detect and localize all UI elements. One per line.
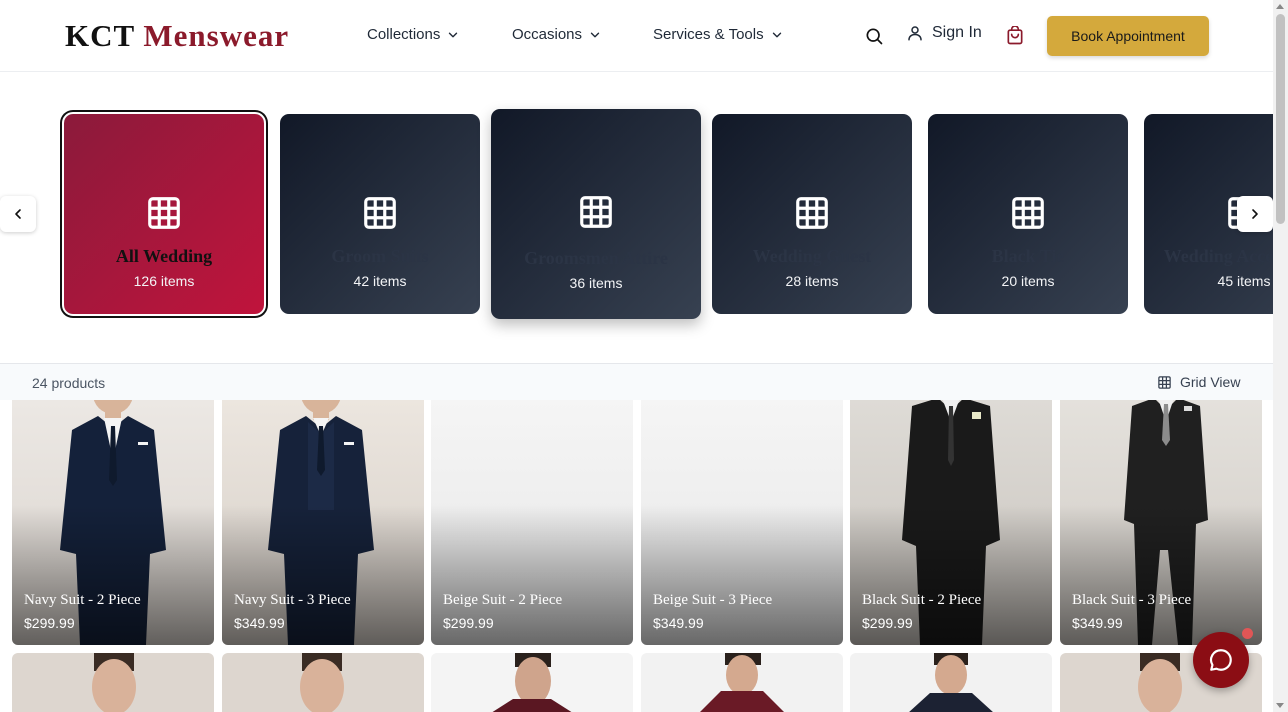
product-card-row2-5[interactable]: [850, 653, 1052, 712]
grid-view-icon: [1158, 375, 1171, 389]
grid-icon: [580, 196, 612, 228]
product-price: $299.99: [24, 615, 75, 631]
nav-collections[interactable]: Collections: [367, 26, 460, 43]
category-count: 126 items: [133, 273, 195, 289]
nav-collections-label: Collections: [367, 26, 441, 43]
product-card-row2-1[interactable]: [12, 653, 214, 712]
carousel-prev-button[interactable]: [0, 196, 36, 232]
category-title: Wedding Accessories: [1163, 246, 1273, 266]
product-name: Beige Suit - 3 Piece: [653, 592, 773, 608]
category-title: Wedding Guest: [752, 246, 872, 266]
category-title: All Wedding: [115, 246, 213, 266]
logo-main-text: KCT: [65, 18, 135, 53]
page: KCT Menswear Collections Occasions Servi…: [0, 0, 1288, 712]
grid-icon: [796, 197, 828, 229]
category-title: Groomsmen Attire: [524, 248, 668, 268]
shopping-bag-icon: [1007, 26, 1023, 45]
sign-in-label: Sign In: [932, 24, 982, 41]
grid-icon: [364, 197, 396, 229]
product-price: $299.99: [443, 615, 494, 631]
product-name: Navy Suit - 3 Piece: [234, 592, 351, 608]
cart-button[interactable]: [1004, 25, 1026, 47]
product-card-row2-2[interactable]: [222, 653, 424, 712]
scrollbar-thumb[interactable]: [1276, 14, 1285, 224]
grid-view-toggle[interactable]: Grid View: [1157, 374, 1240, 390]
category-card-black-tie[interactable]: Black Tie 20 items: [928, 114, 1128, 314]
grid-icon: [148, 197, 180, 229]
scroll-down-arrow-icon[interactable]: [1276, 703, 1284, 708]
sign-in-link[interactable]: Sign In: [906, 24, 982, 42]
page-scrollbar[interactable]: [1273, 0, 1288, 712]
product-name: Black Suit - 2 Piece: [862, 592, 982, 608]
user-icon: [908, 26, 922, 41]
chevron-right-icon: [1252, 209, 1258, 219]
search-icon: [866, 28, 883, 45]
chat-button[interactable]: [1193, 632, 1249, 688]
product-name: Black Suit - 3 Piece: [1072, 592, 1192, 608]
product-card-row2-3[interactable]: [431, 653, 633, 712]
product-card-navy-3pc[interactable]: Navy Suit - 3 Piece $349.99: [222, 400, 424, 645]
category-title: Black Tie: [991, 246, 1065, 266]
nav-occasions[interactable]: Occasions: [512, 26, 602, 43]
chevron-left-icon: [15, 209, 21, 219]
nav-services-tools[interactable]: Services & Tools: [653, 26, 784, 43]
category-card-groom-suits[interactable]: Groom Suits 42 items: [280, 114, 480, 314]
category-card-wedding-guest[interactable]: Wedding Guest 28 items: [712, 114, 912, 314]
product-card-navy-2pc[interactable]: Navy Suit - 2 Piece $299.99: [12, 400, 214, 645]
category-count: 20 items: [1001, 273, 1055, 289]
site-header: KCT Menswear Collections Occasions Servi…: [0, 0, 1273, 72]
model-portrait-image: [700, 653, 784, 712]
view-label: Grid View: [1180, 374, 1241, 390]
chevron-down-icon: [449, 32, 458, 37]
product-price: $349.99: [653, 615, 704, 631]
category-count: 36 items: [569, 275, 623, 291]
category-card-groomsmen-attire[interactable]: Groomsmen Attire 36 items: [491, 109, 701, 319]
product-count: 24 products: [32, 375, 106, 391]
category-count: 45 items: [1217, 273, 1271, 289]
product-name: Beige Suit - 2 Piece: [443, 592, 563, 608]
carousel-next-button[interactable]: [1237, 196, 1273, 232]
model-portrait-image: [492, 653, 572, 712]
chevron-down-icon: [772, 32, 781, 37]
category-card-all-wedding[interactable]: All Wedding 126 items: [62, 112, 266, 316]
category-title: Groom Suits: [331, 246, 429, 266]
nav-occasions-label: Occasions: [512, 26, 583, 43]
product-card-black-3pc[interactable]: Black Suit - 3 Piece $349.99: [1060, 400, 1262, 645]
results-toolbar: 24 products Grid View: [0, 363, 1273, 400]
model-portrait-image: [92, 653, 136, 712]
category-count: 28 items: [785, 273, 839, 289]
model-portrait-image: [300, 653, 344, 712]
search-button[interactable]: [863, 25, 885, 47]
category-count: 42 items: [353, 273, 407, 289]
product-name: Navy Suit - 2 Piece: [24, 592, 141, 608]
grid-icon: [1012, 197, 1044, 229]
product-price: $349.99: [234, 615, 285, 631]
product-card-beige-2pc[interactable]: Beige Suit - 2 Piece $299.99: [431, 400, 633, 645]
model-portrait-image: [909, 653, 993, 712]
book-appointment-button[interactable]: Book Appointment: [1047, 16, 1209, 56]
site-logo[interactable]: KCT Menswear: [65, 18, 289, 54]
chat-bubble-icon: [1209, 649, 1232, 671]
category-carousel: All Wedding 126 items Groom Suits 42 ite…: [0, 73, 1273, 363]
product-price: $349.99: [1072, 615, 1123, 631]
nav-services-label: Services & Tools: [653, 26, 764, 43]
product-card-row2-4[interactable]: [641, 653, 843, 712]
scroll-up-arrow-icon[interactable]: [1276, 4, 1284, 9]
notification-dot: [1242, 628, 1253, 639]
logo-accent-text: Menswear: [143, 18, 290, 53]
product-card-black-2pc[interactable]: Black Suit - 2 Piece $299.99: [850, 400, 1052, 645]
product-card-beige-3pc[interactable]: Beige Suit - 3 Piece $349.99: [641, 400, 843, 645]
chevron-down-icon: [590, 32, 600, 37]
product-price: $299.99: [862, 615, 913, 631]
